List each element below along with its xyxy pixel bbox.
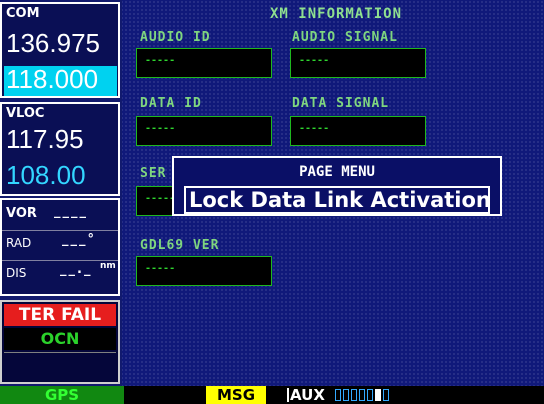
field-label: DATA ID: [140, 96, 202, 111]
nav-divider: [2, 230, 118, 231]
bottom-status-bar: GPS MSG AUX: [0, 386, 544, 404]
bottom-divider: [287, 388, 289, 402]
page-indicator-box: [383, 389, 389, 401]
page-indicator-box: [343, 389, 349, 401]
dis-label: DIS: [6, 266, 27, 280]
vor-value: ____: [54, 204, 88, 219]
data-id-field: -----: [136, 116, 272, 146]
vloc-window[interactable]: VLOC 117.95 108.00: [0, 102, 120, 196]
page-indicator-box: [359, 389, 365, 401]
left-column: COM 136.975 118.000 VLOC 117.95 108.00 V…: [0, 0, 122, 386]
com-label: COM: [6, 6, 40, 21]
field-value: -----: [145, 55, 176, 66]
field-value: -----: [299, 55, 330, 66]
gps-mode-label: GPS: [0, 386, 124, 404]
com-window[interactable]: COM 136.975 118.000: [0, 2, 120, 98]
vloc-standby-frequency[interactable]: 108.00: [6, 160, 86, 191]
ocn-annunciation: OCN: [4, 328, 116, 350]
annunciator-divider: [4, 352, 116, 353]
field-label: AUDIO SIGNAL: [292, 30, 398, 45]
field-value: -----: [299, 123, 330, 134]
page-indicator-box: [335, 389, 341, 401]
field-label: SER: [140, 166, 167, 181]
audio-id-field: -----: [136, 48, 272, 78]
field-label: GDL69 VER: [140, 238, 220, 253]
nav-window: VOR ____ RAD ___° DIS __._ nm: [0, 198, 120, 296]
page-menu-title: PAGE MENU: [299, 164, 375, 180]
audio-signal-field: -----: [290, 48, 426, 78]
data-signal-field: -----: [290, 116, 426, 146]
rad-value: ___°: [62, 232, 96, 247]
field-value: -----: [145, 123, 176, 134]
dis-unit: nm: [100, 261, 116, 271]
vloc-label: VLOC: [6, 106, 45, 121]
aux-page-group: AUX: [290, 386, 325, 404]
com-standby-frequency[interactable]: 118.000: [6, 64, 98, 95]
field-value: -----: [145, 193, 176, 204]
lock-data-link-activation-option[interactable]: Lock Data Link Activation?: [184, 186, 490, 214]
page-menu-popup: PAGE MENU Lock Data Link Activation?: [172, 156, 502, 216]
com-active-frequency: 136.975: [6, 28, 100, 58]
dis-value: __._: [60, 262, 93, 277]
page-indicator: [335, 389, 389, 401]
page-indicator-box-active: [375, 389, 381, 401]
ter-fail-annunciation: TER FAIL: [4, 304, 116, 326]
annunciator-window: TER FAIL OCN: [0, 300, 120, 384]
field-value: -----: [145, 263, 176, 274]
page-indicator-box: [367, 389, 373, 401]
field-label: DATA SIGNAL: [292, 96, 390, 111]
page-indicator-box: [351, 389, 357, 401]
vor-label: VOR: [6, 206, 37, 221]
page-title: XM INFORMATION: [270, 6, 403, 22]
field-label: AUDIO ID: [140, 30, 211, 45]
rad-label: RAD: [6, 236, 32, 250]
vloc-active-frequency: 117.95: [6, 124, 84, 154]
gdl69-ver-field: -----: [136, 256, 272, 286]
msg-annunciator[interactable]: MSG: [206, 386, 266, 404]
